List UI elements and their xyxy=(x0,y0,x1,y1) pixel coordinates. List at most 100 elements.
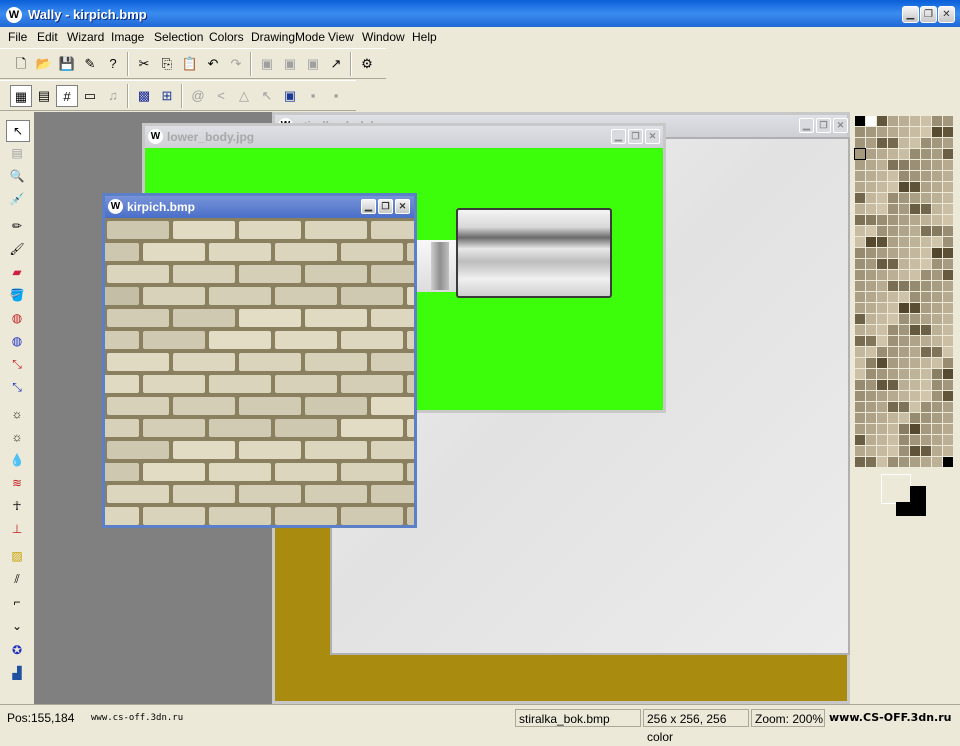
color-swatch[interactable] xyxy=(866,138,876,148)
color-swatch[interactable] xyxy=(899,215,909,225)
fill-pattern-icon[interactable]: ▩ xyxy=(133,85,155,107)
redo-icon[interactable]: ↷ xyxy=(225,53,247,75)
color-swatch[interactable] xyxy=(866,435,876,445)
color-swatch[interactable] xyxy=(866,171,876,181)
color-swatch[interactable] xyxy=(910,171,920,181)
pixel-grid-icon[interactable]: ▦ xyxy=(10,85,32,107)
color-swatch[interactable] xyxy=(877,435,887,445)
color-swatch[interactable] xyxy=(899,391,909,401)
color-swatch[interactable] xyxy=(932,127,942,137)
color-swatch[interactable] xyxy=(888,303,898,313)
color-swatch[interactable] xyxy=(943,138,953,148)
split-grid-icon[interactable]: ⊞ xyxy=(156,85,178,107)
color-swatch[interactable] xyxy=(855,116,865,126)
color-swatch[interactable] xyxy=(921,182,931,192)
color-swatch[interactable] xyxy=(943,215,953,225)
color-swatch[interactable] xyxy=(899,204,909,214)
color-swatch[interactable] xyxy=(888,237,898,247)
color-swatch[interactable] xyxy=(888,325,898,335)
darken-icon[interactable]: ☼ xyxy=(6,427,28,447)
copy-icon[interactable]: ⎘ xyxy=(156,53,178,75)
color-swatch[interactable] xyxy=(910,116,920,126)
color-swatch[interactable] xyxy=(866,193,876,203)
minimize-button[interactable]: ▁ xyxy=(611,129,626,144)
color-swatch[interactable] xyxy=(943,160,953,170)
color-swatch[interactable] xyxy=(888,259,898,269)
color-swatch[interactable] xyxy=(910,380,920,390)
color-swatch[interactable] xyxy=(899,303,909,313)
color-swatch[interactable] xyxy=(855,281,865,291)
color-swatch[interactable] xyxy=(943,435,953,445)
color-swatch[interactable] xyxy=(855,171,865,181)
eyedropper-icon[interactable]: 💉 xyxy=(6,189,28,209)
minimize-button[interactable]: ▁ xyxy=(902,6,919,23)
arrow-icon[interactable]: ↖ xyxy=(256,85,278,107)
color-swatch[interactable] xyxy=(888,138,898,148)
color-swatch[interactable] xyxy=(899,182,909,192)
color-swatch[interactable] xyxy=(866,237,876,247)
color-swatch[interactable] xyxy=(888,314,898,324)
color-swatch[interactable] xyxy=(899,457,909,467)
color-swatch[interactable] xyxy=(910,314,920,324)
color-swatch[interactable] xyxy=(888,435,898,445)
color-swatch[interactable] xyxy=(899,347,909,357)
color-swatch[interactable] xyxy=(877,303,887,313)
color-swatch[interactable] xyxy=(910,292,920,302)
layer-1-icon[interactable]: ▣ xyxy=(256,53,278,75)
menu-view[interactable]: View xyxy=(328,30,354,44)
color-swatch[interactable] xyxy=(921,149,931,159)
color-swatch[interactable] xyxy=(921,270,931,280)
color-swatch[interactable] xyxy=(899,413,909,423)
spray-2-icon[interactable]: ◍ xyxy=(6,331,28,351)
color-swatch[interactable] xyxy=(855,347,865,357)
color-swatch[interactable] xyxy=(910,237,920,247)
color-swatch[interactable] xyxy=(866,336,876,346)
color-swatch[interactable] xyxy=(866,127,876,137)
color-swatch[interactable] xyxy=(921,457,931,467)
color-swatch[interactable] xyxy=(866,314,876,324)
color-swatch[interactable] xyxy=(877,380,887,390)
angle-icon[interactable]: < xyxy=(210,85,232,107)
color-swatch[interactable] xyxy=(855,237,865,247)
color-swatch[interactable] xyxy=(943,457,953,467)
color-swatch[interactable] xyxy=(932,204,942,214)
color-swatch[interactable] xyxy=(932,336,942,346)
color-swatch[interactable] xyxy=(888,149,898,159)
close-button[interactable]: ✕ xyxy=(938,6,955,23)
blur-drop-icon[interactable]: 💧 xyxy=(6,450,28,470)
menu-selection[interactable]: Selection xyxy=(154,30,203,44)
color-swatch[interactable] xyxy=(866,402,876,412)
color-swatch[interactable] xyxy=(888,248,898,258)
color-swatch[interactable] xyxy=(921,281,931,291)
menu-colors[interactable]: Colors xyxy=(209,30,244,44)
color-swatch[interactable] xyxy=(943,116,953,126)
menu-help[interactable]: Help xyxy=(412,30,437,44)
color-swatch[interactable] xyxy=(943,325,953,335)
close-button[interactable]: ✕ xyxy=(645,129,660,144)
color-swatch[interactable] xyxy=(866,116,876,126)
color-swatch[interactable] xyxy=(855,380,865,390)
color-swatch[interactable] xyxy=(877,413,887,423)
color-swatch[interactable] xyxy=(888,226,898,236)
color-swatch[interactable] xyxy=(888,391,898,401)
document-window-kirpich[interactable]: W kirpich.bmp ▁ ❐ ✕ xyxy=(102,193,417,528)
color-swatch[interactable] xyxy=(888,127,898,137)
color-swatch[interactable] xyxy=(921,171,931,181)
layer-3-icon[interactable]: ▣ xyxy=(302,53,324,75)
color-swatch[interactable] xyxy=(877,204,887,214)
brush-icon[interactable]: 🖌 xyxy=(6,239,28,259)
grid-icon[interactable]: # xyxy=(56,85,78,107)
color-swatch[interactable] xyxy=(932,138,942,148)
close-button[interactable]: ✕ xyxy=(833,118,848,133)
color-swatch[interactable] xyxy=(899,336,909,346)
color-swatch[interactable] xyxy=(877,358,887,368)
color-swatch[interactable] xyxy=(866,391,876,401)
color-swatch[interactable] xyxy=(910,325,920,335)
help-icon[interactable]: ? xyxy=(102,53,124,75)
clone-icon[interactable]: ⤡ xyxy=(6,354,28,374)
minimize-button[interactable]: ▁ xyxy=(799,118,814,133)
color-swatch[interactable] xyxy=(866,160,876,170)
color-swatch[interactable] xyxy=(899,446,909,456)
tile-icon[interactable]: ▭ xyxy=(79,85,101,107)
color-swatch[interactable] xyxy=(866,413,876,423)
